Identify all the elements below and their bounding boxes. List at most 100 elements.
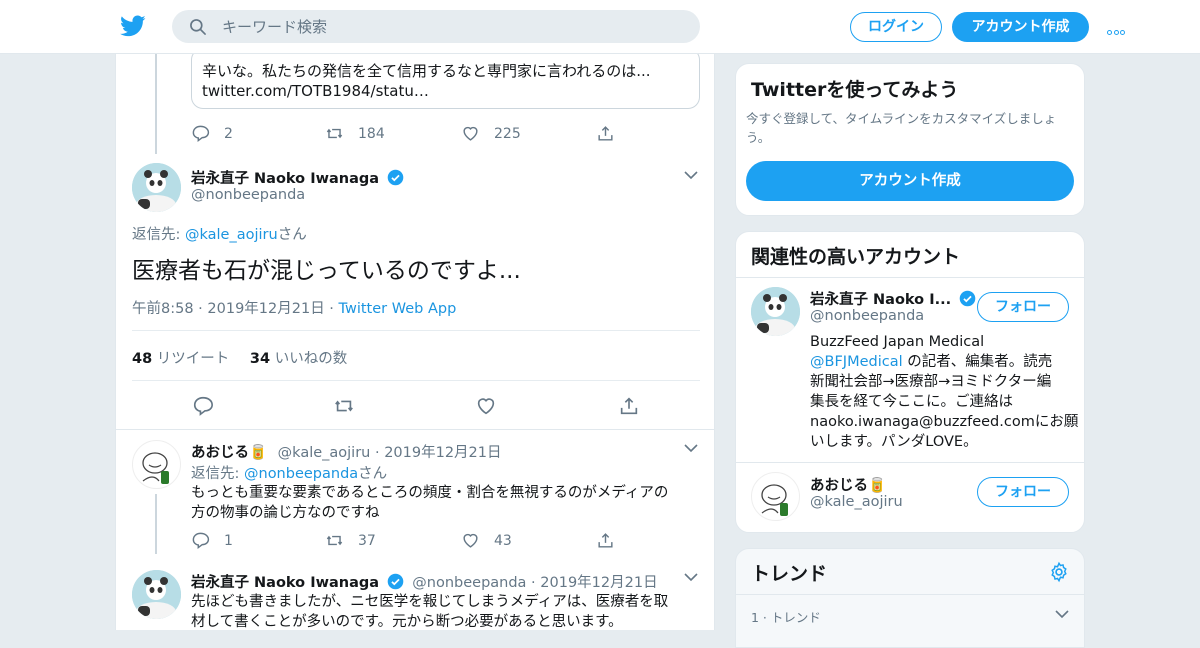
author-handle[interactable]: @nonbeepanda (412, 575, 526, 591)
author-line[interactable]: 岩永直子 Naoko Iwanaga (191, 167, 404, 188)
like-count: 43 (494, 532, 512, 549)
retweet-label[interactable]: リツイート (157, 351, 230, 367)
chevron-down-icon[interactable] (684, 444, 698, 453)
avatar[interactable] (132, 570, 181, 619)
reply-prefix: 返信先: (132, 227, 185, 243)
description-line: う。 (746, 130, 771, 145)
follow-button[interactable]: フォロー (977, 292, 1069, 322)
avatar[interactable] (751, 287, 800, 336)
account-name[interactable]: 岩永直子 Naoko I... (810, 292, 951, 308)
like-label[interactable]: いいねの数 (275, 351, 348, 367)
gear-icon[interactable] (1048, 561, 1070, 583)
share-icon[interactable] (618, 395, 640, 417)
chevron-down-icon[interactable] (1055, 610, 1069, 619)
reply-count: 1 (224, 532, 233, 549)
reply-icon (192, 532, 210, 550)
divider (736, 462, 1084, 463)
reply-action[interactable]: 1 (191, 531, 233, 550)
search-icon (190, 19, 206, 35)
timestamp-text: 午前8:58 · 2019年12月21日 · (132, 301, 339, 317)
search-box[interactable] (172, 10, 700, 43)
bio-line: いします。パンダLOVE。 (810, 434, 978, 450)
reply-context: 返信先: @kale_aojiruさん (132, 223, 307, 244)
trends-title: トレンド (751, 563, 828, 585)
chevron-down-icon[interactable] (684, 171, 698, 180)
like-count: 225 (494, 125, 521, 142)
heart-icon (463, 533, 478, 548)
verified-badge-icon (387, 169, 404, 186)
quoted-tweet-link[interactable]: twitter.com/TOTB1984/statu… (202, 81, 689, 101)
avatar[interactable] (751, 472, 800, 521)
reply-icon[interactable] (192, 395, 214, 417)
bio-line: 新聞社会部→医療部→ヨミドクター編 (810, 374, 1052, 390)
bio-line: 集長を経て今ここに。ご連絡は (810, 394, 1013, 410)
signup-card-title: Twitterを使ってみよう (751, 79, 959, 101)
trend-item-meta[interactable]: 1 · トレンド (751, 607, 821, 626)
chevron-down-icon[interactable] (684, 573, 698, 582)
avatar[interactable] (132, 440, 181, 489)
author-name[interactable]: 岩永直子 Naoko Iwanaga (191, 575, 379, 591)
divider (132, 330, 700, 331)
share-icon (598, 126, 613, 141)
retweet-icon (326, 535, 343, 546)
reply-text: もっとも重要な要素であるところの頻度・割合を無視するのがメディアの 方の物事の論… (191, 483, 701, 523)
share-action[interactable] (596, 124, 629, 143)
divider (736, 594, 1084, 595)
twitter-bird-icon[interactable] (119, 13, 147, 39)
account-name[interactable]: あおじる🥫 (810, 474, 886, 495)
bio-line: BuzzFeed Japan Medical (810, 334, 985, 350)
quoted-tweet-card[interactable]: 辛いな。私たちの発信を全て信用するなと専門家に言われるのは... twitter… (191, 54, 700, 109)
divider (736, 277, 1084, 278)
drawing-avatar-icon (142, 452, 169, 484)
retweet-count: 184 (358, 125, 385, 142)
heart-icon[interactable] (475, 395, 497, 417)
share-action[interactable] (596, 531, 629, 550)
reply-text-line: 方の物事の論じ方なのですね (191, 505, 380, 521)
more-options-icon[interactable] (1107, 20, 1131, 35)
retweet-count: 37 (358, 532, 376, 549)
reply-to-link[interactable]: @kale_aojiru (185, 227, 278, 243)
retweet-icon[interactable] (333, 395, 355, 417)
bio-line: の記者、編集者。読売 (902, 354, 1053, 370)
source-link[interactable]: Twitter Web App (339, 301, 457, 317)
search-input[interactable] (222, 10, 682, 43)
bio-link[interactable]: @BFJMedical (810, 354, 903, 370)
signup-card-button[interactable]: アカウント作成 (746, 161, 1074, 201)
login-button[interactable]: ログイン (850, 12, 942, 42)
tweet-actions: 2 184 225 (191, 124, 621, 144)
signup-button[interactable]: アカウント作成 (952, 12, 1089, 42)
reply-icon (192, 125, 210, 143)
reply-to-link[interactable]: @nonbeepanda (244, 466, 358, 482)
retweet-action[interactable]: 37 (325, 531, 376, 550)
tweet-date[interactable]: · 2019年12月21日 (375, 445, 502, 461)
retweet-total: 48 (132, 351, 153, 367)
author-name[interactable]: あおじる🥫 (191, 445, 267, 461)
like-action[interactable]: 225 (461, 124, 521, 143)
drawing-avatar-icon (761, 484, 788, 516)
signup-card: Twitterを使ってみよう 今すぐ登録して、タイムラインをカスタマイズしましょ… (735, 63, 1085, 216)
retweet-icon (326, 128, 343, 139)
reply-text-line: 先ほども書きましたが、ニセ医学を報じてしまうメディアは、医療者を取 (191, 594, 669, 610)
reply-prefix: 返信先: (191, 466, 244, 482)
reply-text-line: 材して書くことが多いのです。元から断つ必要があると思います。 (191, 614, 623, 630)
author-handle[interactable]: @nonbeepanda (191, 187, 305, 203)
signup-card-description: 今すぐ登録して、タイムラインをカスタマイズしましょ う。 (746, 109, 1081, 147)
trends-card: トレンド 1 · トレンド (735, 548, 1085, 648)
verified-badge-icon (959, 290, 976, 307)
author-handle[interactable]: @kale_aojiru (278, 445, 371, 461)
reply-header: 岩永直子 Naoko Iwanaga @nonbeepanda · 2019年1… (191, 571, 658, 592)
heart-icon (463, 126, 478, 141)
tweet-timestamp: 午前8:58 · 2019年12月21日 · Twitter Web App (132, 297, 456, 318)
author-name[interactable]: 岩永直子 Naoko Iwanaga (191, 171, 379, 187)
retweet-action[interactable]: 184 (325, 124, 385, 143)
avatar[interactable] (132, 163, 181, 212)
account-handle[interactable]: @nonbeepanda (810, 308, 924, 324)
account-name-line[interactable]: 岩永直子 Naoko I... (810, 288, 976, 309)
tweet-actions: 1 37 43 (191, 531, 621, 551)
like-action[interactable]: 43 (461, 531, 512, 550)
follow-button[interactable]: フォロー (977, 477, 1069, 507)
tweet-date[interactable]: · 2019年12月21日 (531, 575, 658, 591)
tweet-text: 医療者も石が混じっているのですよ... (132, 258, 521, 284)
account-handle[interactable]: @kale_aojiru (810, 494, 903, 510)
reply-action[interactable]: 2 (191, 124, 233, 143)
